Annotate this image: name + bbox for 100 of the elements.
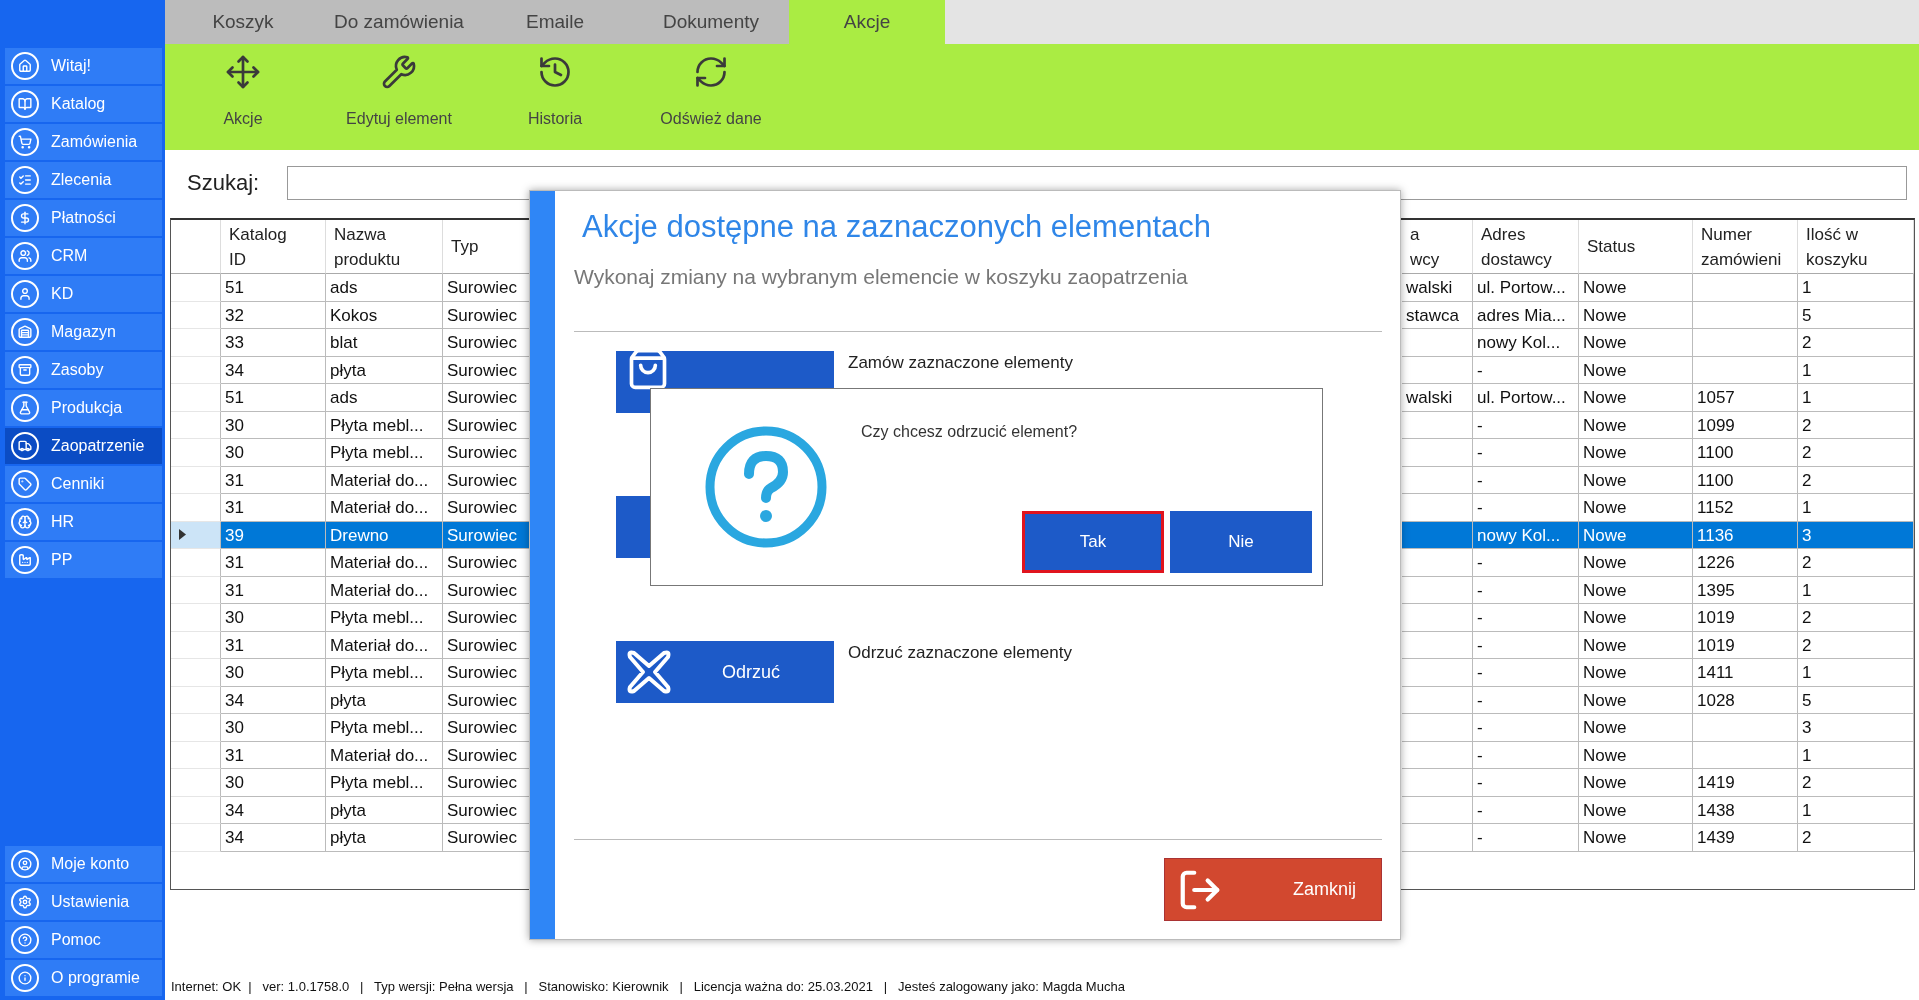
- table-cell: -: [1473, 824, 1579, 852]
- table-cell: Nowe: [1579, 494, 1693, 522]
- confirm-message: Czy chcesz odrzucić element?: [861, 423, 1079, 441]
- table-cell: 2: [1798, 631, 1914, 659]
- sidebar-item-icon: [11, 964, 39, 992]
- table-cell: Nowe: [1579, 411, 1693, 439]
- table-cell: Materiał do...: [326, 494, 443, 522]
- table-cell: 1: [1798, 356, 1914, 384]
- table-cell: 34: [221, 356, 326, 384]
- close-button[interactable]: Zamknij: [1164, 858, 1382, 921]
- table-cell: 1395: [1693, 576, 1798, 604]
- table-cell: Materiał do...: [326, 549, 443, 577]
- table-cell: Nowe: [1579, 384, 1693, 412]
- tab[interactable]: Akcje: [789, 0, 945, 44]
- table-cell: Materiał do...: [326, 466, 443, 494]
- status-bar-text: Internet: OK | ver: 1.0.1758.0 | Typ wersji: Pełna wersja | Stanowisko: Kierownik | Licencja ważna do: 25.03.2021 | Jesteś zalogowany jako: Magda Mucha: [171, 978, 1125, 994]
- sidebar-item-icon: [11, 242, 39, 270]
- table-cell: 1099: [1693, 411, 1798, 439]
- sidebar-item[interactable]: KD: [5, 276, 162, 312]
- table-cell: -: [1473, 356, 1579, 384]
- table-cell: 1226: [1693, 549, 1798, 577]
- sidebar-item[interactable]: Ustawienia: [5, 884, 162, 920]
- confirm-button[interactable]: Tak: [1022, 511, 1164, 573]
- table-cell: 2: [1798, 329, 1914, 357]
- table-cell: 31: [221, 466, 326, 494]
- table-cell: Płyta mebl...: [326, 769, 443, 797]
- toolbar-button[interactable]: Odśwież dane: [633, 44, 789, 150]
- table-cell: 1: [1798, 796, 1914, 824]
- sidebar-item[interactable]: Zasoby: [5, 352, 162, 388]
- tab[interactable]: Dokumenty: [633, 0, 789, 44]
- table-cell: 30: [221, 439, 326, 467]
- table-cell: 1411: [1693, 659, 1798, 687]
- table-cell: 1019: [1693, 604, 1798, 632]
- table-cell: 1: [1798, 576, 1914, 604]
- sidebar-item[interactable]: Zamówienia: [5, 124, 162, 160]
- dialog-title: Akcje dostępne na zaznaczonych elementach: [581, 209, 1212, 245]
- table-cell: -: [1473, 604, 1579, 632]
- toolbar-icon: [537, 54, 573, 90]
- sidebar-item-icon: [11, 356, 39, 384]
- table-cell: Nowe: [1579, 576, 1693, 604]
- sidebar-item[interactable]: Produkcja: [5, 390, 162, 426]
- tab[interactable]: Emaile: [477, 0, 633, 44]
- table-cell: blat: [326, 329, 443, 357]
- question-icon: [703, 424, 829, 550]
- table-cell: 30: [221, 604, 326, 632]
- sidebar-item[interactable]: Cenniki: [5, 466, 162, 502]
- table-cell: Nowe: [1579, 356, 1693, 384]
- sidebar-item[interactable]: Katalog: [5, 86, 162, 122]
- sidebar-item[interactable]: PP: [5, 542, 162, 578]
- tab[interactable]: Koszyk: [165, 0, 321, 44]
- toolbar-button[interactable]: Akcje: [165, 44, 321, 150]
- table-cell: 1019: [1693, 631, 1798, 659]
- table-cell: 2: [1798, 549, 1914, 577]
- dialog-subtitle: Wykonaj zmiany na wybranym elemencie w koszyku zaopatrzenia: [574, 265, 1189, 289]
- table-cell: ads: [326, 274, 443, 302]
- table-cell: Nowe: [1579, 714, 1693, 742]
- table-cell: 31: [221, 549, 326, 577]
- table-cell: -: [1473, 439, 1579, 467]
- table-cell: 32: [221, 301, 326, 329]
- table-cell: 2: [1798, 769, 1914, 797]
- row-header[interactable]: [171, 521, 221, 549]
- table-cell: 2: [1798, 439, 1914, 467]
- tab[interactable]: Do zamówienia: [321, 0, 477, 44]
- table-cell: 33: [221, 329, 326, 357]
- sidebar-item-icon: [11, 166, 39, 194]
- sidebar-item[interactable]: CRM: [5, 238, 162, 274]
- table-cell: -: [1473, 576, 1579, 604]
- table-cell: Płyta mebl...: [326, 659, 443, 687]
- sidebar-item[interactable]: Pomoc: [5, 922, 162, 958]
- sidebar-item[interactable]: Płatności: [5, 200, 162, 236]
- sidebar-item[interactable]: Magazyn: [5, 314, 162, 350]
- table-cell: 2: [1798, 466, 1914, 494]
- table-cell: 1: [1798, 741, 1914, 769]
- action-button[interactable]: Odrzuć: [616, 641, 834, 703]
- table-cell: Nowe: [1579, 549, 1693, 577]
- table-cell: 1028: [1693, 686, 1798, 714]
- sidebar-item[interactable]: Witaj!: [5, 48, 162, 84]
- table-cell: 3: [1798, 714, 1914, 742]
- confirm-button[interactable]: Nie: [1170, 511, 1312, 573]
- toolbar-icon: [381, 54, 417, 90]
- sidebar-item-icon: [11, 432, 39, 460]
- toolbar-button[interactable]: Historia: [477, 44, 633, 150]
- table-cell: 34: [221, 686, 326, 714]
- table-cell: 1: [1798, 384, 1914, 412]
- sidebar-item[interactable]: Zaopatrzenie: [5, 428, 162, 464]
- sidebar-item[interactable]: O programie: [5, 960, 162, 996]
- table-cell: adres Mia...: [1473, 301, 1579, 329]
- sidebar-item-icon: [11, 470, 39, 498]
- table-cell: 51: [221, 274, 326, 302]
- toolbar-button[interactable]: Edytuj element: [321, 44, 477, 150]
- table-cell: 1: [1798, 274, 1914, 302]
- sidebar-item[interactable]: HR: [5, 504, 162, 540]
- table-cell: -: [1473, 796, 1579, 824]
- sidebar-item[interactable]: Zlecenia: [5, 162, 162, 198]
- table-cell: płyta: [326, 356, 443, 384]
- sidebar-item[interactable]: Moje konto: [5, 846, 162, 882]
- table-cell: -: [1473, 714, 1579, 742]
- table-cell: Nowe: [1579, 604, 1693, 632]
- table-cell: 30: [221, 659, 326, 687]
- table-cell: 2: [1798, 824, 1914, 852]
